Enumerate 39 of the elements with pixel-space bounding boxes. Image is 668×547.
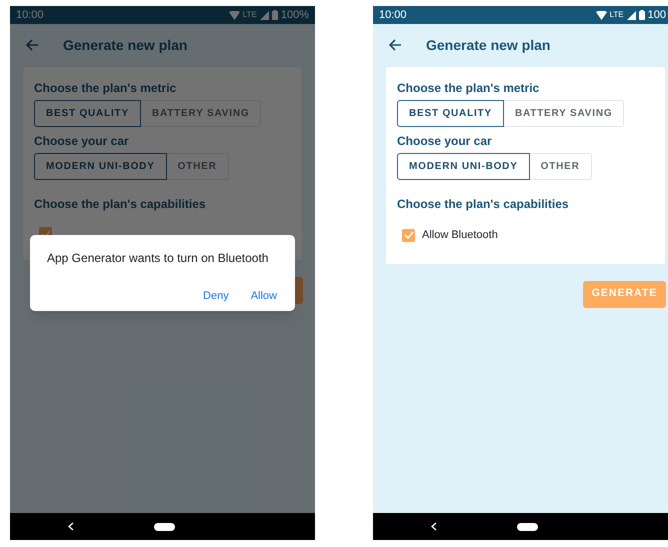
toggle-option[interactable]: OTHER bbox=[530, 153, 592, 180]
screen-title: Generate new plan bbox=[426, 36, 550, 55]
toggle-option[interactable]: OTHER bbox=[166, 153, 229, 180]
checkbox-label: Allow Bluetooth bbox=[422, 228, 498, 243]
status-time: 10:00 bbox=[379, 8, 407, 23]
back-nav-button[interactable] bbox=[431, 522, 439, 532]
network-label: LTE bbox=[242, 9, 257, 21]
battery-level: 100 bbox=[648, 8, 666, 23]
section-heading: Choose the plan's capabilities bbox=[397, 196, 570, 213]
network-label: LTE bbox=[610, 9, 624, 21]
section-heading: Choose the plan's capabilities bbox=[34, 196, 207, 213]
wifi-icon bbox=[596, 10, 607, 20]
section-heading: Choose your car bbox=[34, 133, 130, 150]
battery-icon bbox=[272, 10, 278, 20]
toggle-option[interactable]: BATTERY SAVING bbox=[140, 100, 262, 127]
home-nav-button[interactable] bbox=[517, 522, 538, 530]
toggle-option[interactable]: BEST QUALITY bbox=[397, 100, 504, 127]
checkbox[interactable] bbox=[402, 228, 415, 242]
dialog-message: App Generator wants to turn on Bluetooth bbox=[47, 250, 270, 267]
dialog-button[interactable]: Deny bbox=[203, 288, 229, 304]
wifi-icon bbox=[228, 10, 240, 20]
signal-icon bbox=[260, 10, 269, 20]
back-nav-button[interactable] bbox=[68, 522, 76, 532]
section-heading: Choose the plan's metric bbox=[397, 80, 540, 97]
toggle-option[interactable]: BEST QUALITY bbox=[34, 100, 141, 127]
back-button[interactable] bbox=[387, 37, 403, 53]
section-heading: Choose your car bbox=[397, 133, 493, 150]
home-nav-button[interactable] bbox=[154, 522, 175, 530]
screen-title: Generate new plan bbox=[63, 36, 188, 55]
battery-level: 100% bbox=[280, 8, 309, 23]
status-time: 10:00 bbox=[16, 8, 44, 23]
toggle-option[interactable]: BATTERY SAVING bbox=[504, 100, 624, 127]
signal-icon bbox=[626, 10, 636, 20]
dialog-button[interactable]: Allow bbox=[250, 288, 277, 304]
section-heading: Choose the plan's metric bbox=[34, 80, 178, 97]
battery-icon bbox=[638, 10, 645, 20]
toggle-option[interactable]: MODERN UNI-BODY bbox=[397, 153, 530, 180]
toggle-option[interactable]: MODERN UNI-BODY bbox=[34, 153, 167, 180]
back-button[interactable] bbox=[24, 37, 40, 53]
